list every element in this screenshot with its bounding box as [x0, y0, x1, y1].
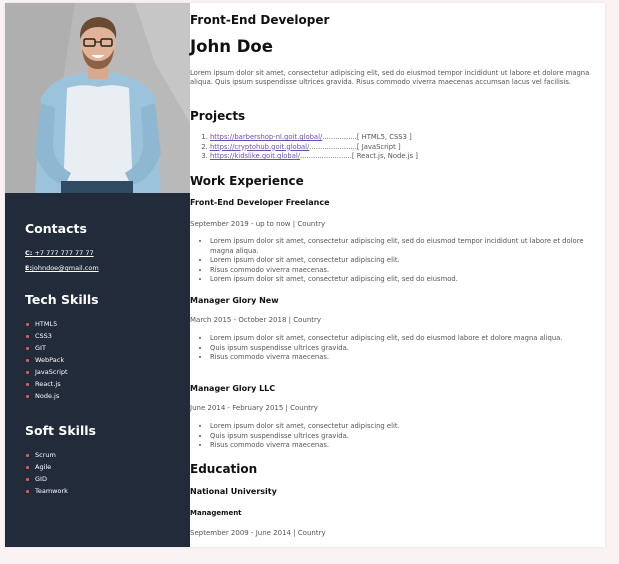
job-period: September 2019 - up to now | Country — [190, 220, 326, 228]
profile-photo — [5, 3, 190, 193]
list-item: https://cryptohub.goit.global/..........… — [210, 143, 418, 153]
project-link[interactable]: https://kidslike.goit.global/ — [210, 152, 300, 160]
person-name: John Doe — [190, 37, 273, 56]
tech-skills-title: Tech Skills — [25, 292, 99, 307]
main-content: Front-End Developer John Doe Lorem ipsum… — [190, 3, 605, 547]
list-item: React.js — [25, 378, 185, 390]
phone-label: C: — [25, 249, 33, 257]
email-label: E: — [25, 264, 33, 272]
project-link[interactable]: https://cryptohub.goit.global/ — [210, 143, 309, 151]
sidebar: Contacts C: +7 777 777 77 77 E:johndoe@g… — [5, 3, 190, 547]
project-tech: [ JavaScript ] — [356, 142, 401, 151]
job-role: Manager Glory LLC — [190, 384, 276, 393]
project-dots: ........................ — [300, 152, 352, 160]
email-link[interactable]: E:johndoe@gmail.com — [25, 264, 185, 272]
job-role: Front-End Developer Freelance — [190, 198, 330, 207]
degree-name: Management — [190, 509, 242, 517]
portrait-illustration — [5, 3, 190, 193]
list-item: Node.js — [25, 390, 185, 402]
contacts-section: Contacts C: +7 777 777 77 77 E:johndoe@g… — [25, 221, 185, 272]
project-dots: ...................... — [309, 142, 357, 151]
list-item: Agile — [25, 461, 185, 473]
list-item: Quis ipsum suspendisse ultrices gravida. — [210, 432, 600, 442]
list-item: Risus commodo viverra maecenas. — [210, 353, 600, 363]
experience-title: Work Experience — [190, 174, 304, 188]
job-period: March 2015 - October 2018 | Country — [190, 316, 322, 324]
job-period: June 2014 - February 2015 | Country — [190, 404, 318, 412]
list-item: Risus commodo viverra maecenas. — [210, 441, 600, 451]
list-item: GIT — [25, 342, 185, 354]
soft-skills-section: Soft Skills Scrum Agile GID Teamwork — [25, 423, 185, 497]
list-item: Lorem ipsum dolor sit amet, consectetur … — [210, 256, 600, 266]
list-item: Risus commodo viverra maecenas. — [210, 266, 600, 276]
list-item: Lorem ipsum dolor sit amet, consectetur … — [210, 422, 600, 432]
list-item: Quis ipsum suspendisse ultrices gravida. — [210, 344, 600, 354]
about-text: Lorem ipsum dolor sit amet, consectetur … — [190, 69, 590, 86]
job-role: Manager Glory New — [190, 296, 279, 305]
soft-skills-list: Scrum Agile GID Teamwork — [25, 449, 185, 497]
phone-value: +7 777 777 77 77 — [34, 249, 94, 257]
education-title: Education — [190, 462, 258, 476]
list-item: Lorem ipsum dolor sit amet, consectetur … — [210, 334, 600, 344]
job-bullets: Lorem ipsum dolor sit amet, consectetur … — [190, 422, 600, 451]
list-item: GID — [25, 473, 185, 485]
project-dots: ................ — [322, 133, 357, 141]
list-item: JavaScript — [25, 366, 185, 378]
list-item: https://kidslike.goit.global/...........… — [210, 152, 418, 162]
list-item: Lorem ipsum dolor sit amet, consectetur … — [210, 275, 600, 285]
email-value: johndoe@gmail.com — [32, 264, 99, 272]
education-period: September 2009 - June 2014 | Country — [190, 529, 326, 537]
list-item: HTML5 — [25, 318, 185, 330]
contacts-title: Contacts — [25, 221, 87, 236]
school-name: National University — [190, 487, 277, 496]
phone-link[interactable]: C: +7 777 777 77 77 — [25, 249, 185, 257]
list-item: Teamwork — [25, 485, 185, 497]
list-item: WebPack — [25, 354, 185, 366]
projects-list: https://barbershop-nl.goit.global/......… — [190, 133, 418, 162]
tech-skills-list: HTML5 CSS3 GIT WebPack JavaScript React.… — [25, 318, 185, 402]
job-bullets: Lorem ipsum dolor sit amet, consectetur … — [190, 237, 600, 285]
list-item: Scrum — [25, 449, 185, 461]
list-item: Lorem ipsum dolor sit amet, consectetur … — [210, 237, 600, 256]
list-item: https://barbershop-nl.goit.global/......… — [210, 133, 418, 143]
job-title: Front-End Developer — [190, 13, 330, 27]
project-tech: [ HTML5, CSS3 ] — [356, 133, 412, 141]
resume-page: Contacts C: +7 777 777 77 77 E:johndoe@g… — [5, 3, 605, 547]
soft-skills-title: Soft Skills — [25, 423, 96, 438]
projects-title: Projects — [190, 109, 246, 123]
list-item: CSS3 — [25, 330, 185, 342]
project-tech: [ React.js, Node.js ] — [351, 152, 418, 160]
job-bullets: Lorem ipsum dolor sit amet, consectetur … — [190, 334, 600, 363]
tech-skills-section: Tech Skills HTML5 CSS3 GIT WebPack JavaS… — [25, 292, 185, 402]
project-link[interactable]: https://barbershop-nl.goit.global/ — [210, 133, 322, 141]
